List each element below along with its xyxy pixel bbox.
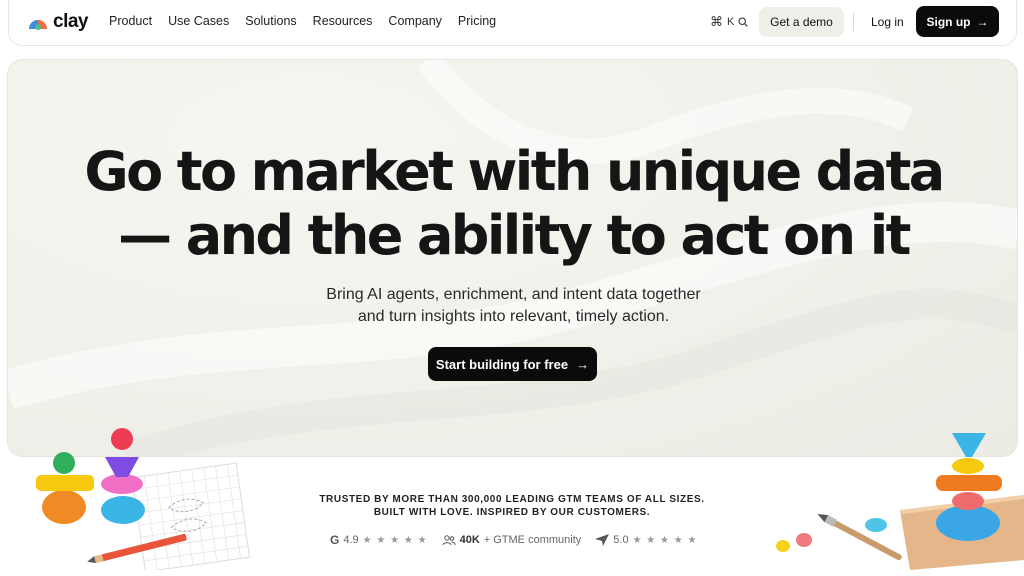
capterra-rating[interactable]: 5.0 ★ ★ ★ ★ ★ [595,534,697,546]
arrow-right-icon: → [976,14,989,29]
hero-section: Go to market with unique data — and the … [7,59,1018,457]
trust-line-1: TRUSTED BY MORE THAN 300,000 LEADING GTM… [319,494,705,505]
nav-divider [853,13,854,31]
menu-item-resources[interactable]: Resources [313,14,373,28]
command-icon: ⌘ [710,14,723,29]
community-label: + GTME community [483,534,582,546]
login-link[interactable]: Log in [871,15,904,29]
logo-text: clay [53,11,88,32]
main-menu: Product Use Cases Solutions Resources Co… [109,14,512,28]
ratings-bar: G 4.9 ★ ★ ★ ★ ★ 40K + GTME community 5.0… [330,533,698,547]
capterra-score: 5.0 [613,534,629,546]
clay-logo[interactable]: clay [27,11,88,33]
cta-label: Start building for free [435,356,569,372]
menu-item-company[interactable]: Company [388,14,442,28]
g2-stars: ★ ★ ★ ★ ★ [362,534,428,546]
g2-rating[interactable]: G 4.9 ★ ★ ★ ★ ★ [330,533,428,547]
signup-label: Sign up [926,14,971,29]
clay-logo-icon [29,20,47,30]
search-shortcut[interactable]: ⌘ K [710,14,749,30]
start-building-button[interactable]: Start building for free → [428,347,597,381]
arrow-right-icon: → [576,356,590,372]
signup-button[interactable]: Sign up → [916,6,999,37]
headline-line-1: Go to market with unique data [84,140,945,203]
hero-subtext: Bring AI agents, enrichment, and intent … [8,284,1017,328]
g2-score: 4.9 [343,534,359,546]
community-stat[interactable]: 40K + GTME community [442,534,582,546]
community-count: 40K [459,534,480,546]
trust-statement: TRUSTED BY MORE THAN 300,000 LEADING GTM… [0,493,1024,519]
menu-item-product[interactable]: Product [109,14,152,28]
trust-line-2: BUILT WITH LOVE. INSPIRED BY OUR CUSTOME… [373,507,651,518]
capterra-icon [595,534,610,546]
headline-line-2: — and the ability to act on it [118,204,911,267]
subtext-line-1: Bring AI agents, enrichment, and intent … [326,286,701,303]
search-icon [738,17,749,27]
subtext-line-2: and turn insights into relevant, timely … [357,308,670,325]
menu-item-use-cases[interactable]: Use Cases [168,14,229,28]
menu-item-pricing[interactable]: Pricing [458,14,496,28]
get-demo-button[interactable]: Get a demo [759,7,844,37]
hero-headline: Go to market with unique data — and the … [8,140,1017,268]
people-icon [442,534,456,545]
shortcut-key: K [727,16,735,28]
g2-icon: G [330,533,340,547]
capterra-stars: ★ ★ ★ ★ ★ [632,534,698,546]
top-navigation: clay Product Use Cases Solutions Resourc… [8,0,1017,46]
menu-item-solutions[interactable]: Solutions [245,14,296,28]
